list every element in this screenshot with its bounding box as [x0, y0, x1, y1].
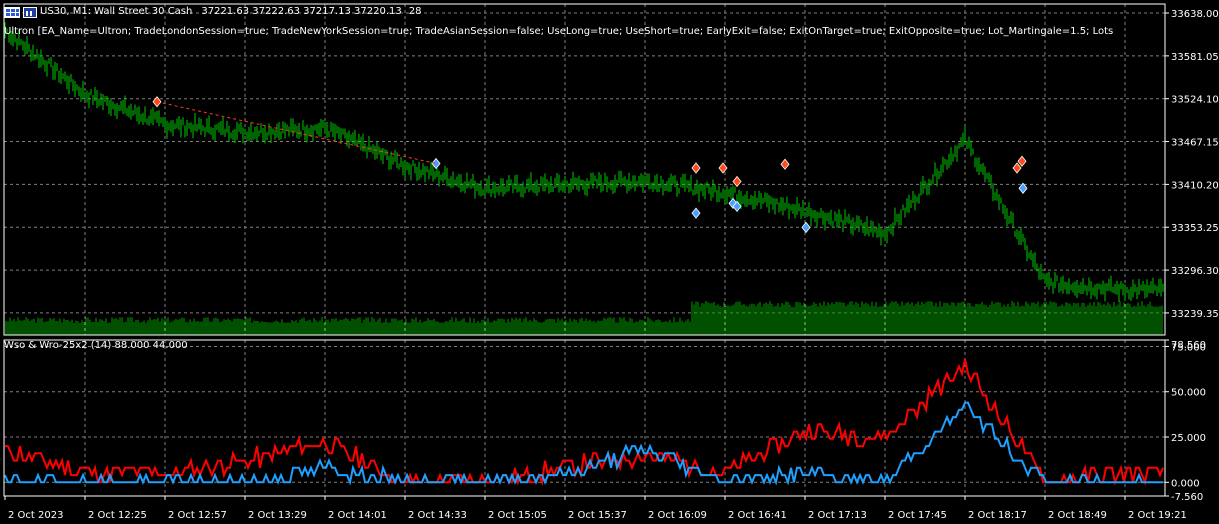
buy-marker	[691, 207, 701, 219]
time-tick-label: 2 Oct 17:13	[808, 510, 867, 521]
price-axis: 33638.00 33581.05 33524.10 33467.15 33410.20…	[1165, 9, 1219, 320]
price-tick-label: 33353.25	[1171, 223, 1219, 234]
time-tick-label: 2 Oct 12:57	[168, 510, 227, 521]
volume-histogram	[5, 301, 1163, 335]
sell-marker	[718, 162, 728, 174]
time-tick-label: 2 Oct 18:17	[968, 510, 1027, 521]
indicator-axis: 78.56075.00050.00025.0000.000-7.560	[1165, 339, 1206, 503]
price-tick-label: 33296.30	[1171, 266, 1219, 277]
indicator-series	[4, 358, 1164, 487]
symbol-description: Wall Street 30 Cash	[94, 6, 193, 17]
sell-marker	[1017, 155, 1027, 167]
indicator-tick-label: -7.560	[1171, 492, 1203, 503]
time-tick-label: 2 Oct 13:29	[248, 510, 307, 521]
sell-marker	[732, 175, 742, 188]
time-tick-label: 2 Oct 12:25	[88, 510, 147, 521]
chart-title: US30, M1: Wall Street 30 Cash 37221.63 3…	[4, 6, 422, 18]
indicator-tick-label: 0.000	[1171, 478, 1200, 489]
symbol-timeframe: US30, M1:	[40, 6, 92, 17]
sell-marker	[1012, 162, 1022, 174]
time-tick-label: 2 Oct 2023	[8, 510, 63, 521]
ea-parameters: Ultron [EA_Name=Ultron; TradeLondonSessi…	[4, 26, 1114, 37]
chart-canvas: 33638.00 33581.05 33524.10 33467.15 33410.20…	[3, 3, 1219, 521]
wso-line	[5, 358, 1164, 487]
price-tick-label: 33524.10	[1171, 95, 1219, 106]
price-tick-label: 33467.15	[1171, 138, 1219, 149]
indicator-tick-label: 50.000	[1171, 388, 1206, 399]
indicator-tick-label: 25.000	[1171, 433, 1206, 444]
price-tick-label: 33239.35	[1171, 309, 1219, 320]
sell-marker	[691, 162, 701, 174]
bar-count: 28	[408, 6, 422, 17]
price-tick-label: 33638.00	[1171, 9, 1219, 20]
price-pane-frame	[3, 3, 1166, 336]
time-tick-label: 2 Oct 16:09	[648, 510, 707, 521]
chart-bars-icon[interactable]	[23, 6, 37, 18]
grid-lines	[4, 4, 1165, 496]
trade-markers	[152, 96, 1028, 234]
ohlc-values: 37221.63 37222.63 37217.13 37220.13	[201, 6, 402, 17]
time-tick-label: 2 Oct 19:21	[1128, 510, 1187, 521]
sell-marker	[780, 158, 790, 170]
indicator-tick-label: 75.000	[1171, 342, 1206, 353]
price-tick-label: 33581.05	[1171, 52, 1219, 63]
time-tick-label: 2 Oct 16:41	[728, 510, 787, 521]
price-series	[4, 22, 1164, 303]
time-axis: 2 Oct 2023 2 Oct 12:25 2 Oct 12:57 2 Oct 13…	[4, 496, 1187, 521]
time-tick-label: 2 Oct 15:05	[488, 510, 547, 521]
time-tick-label: 2 Oct 18:49	[1048, 510, 1107, 521]
time-tick-label: 2 Oct 17:45	[888, 510, 947, 521]
data-window-icon[interactable]	[4, 6, 20, 18]
time-tick-label: 2 Oct 14:01	[328, 510, 387, 521]
time-tick-label: 2 Oct 14:33	[408, 510, 467, 521]
chart-frames	[3, 3, 1166, 497]
price-tick-label: 33410.20	[1171, 180, 1219, 191]
buy-marker	[801, 221, 811, 234]
time-tick-label: 2 Oct 15:37	[568, 510, 627, 521]
wro-line	[4, 401, 1163, 486]
indicator-label: Wso & Wro-25x2 (14) 88.000 44.000	[4, 340, 188, 351]
